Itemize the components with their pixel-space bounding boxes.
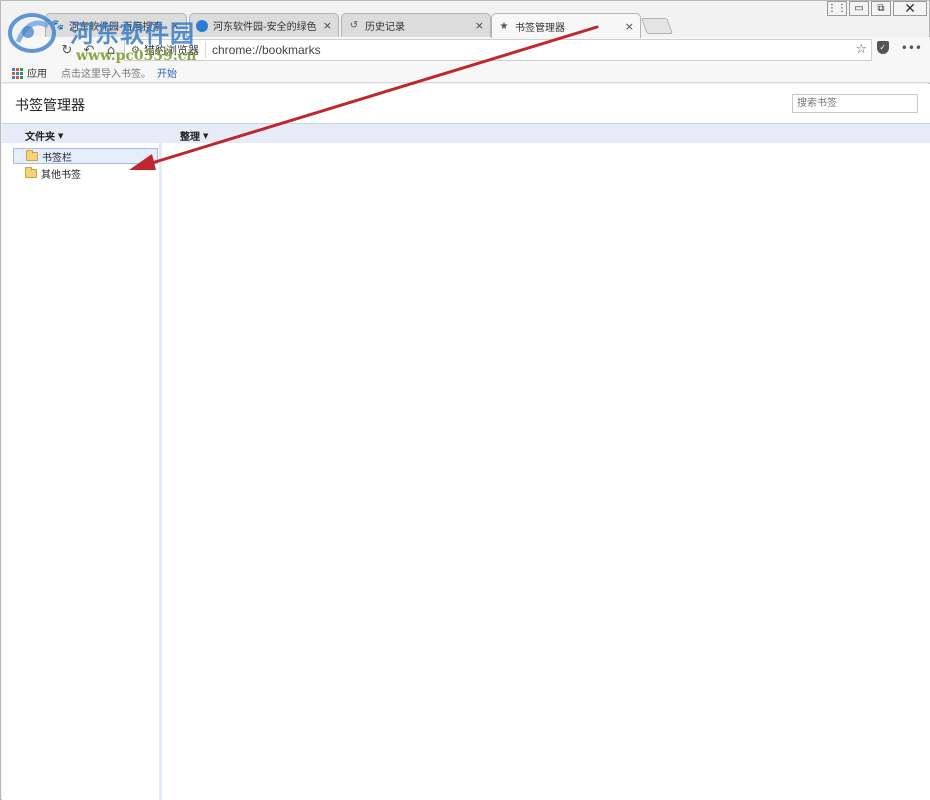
page-title: 书签管理器 <box>15 98 85 114</box>
reload-icon[interactable]: ↻ <box>58 41 76 59</box>
tab-history[interactable]: ↺ 历史记录 × <box>341 13 491 37</box>
tab-title: 历史记录 <box>365 22 405 33</box>
caret-down-icon: ▼ <box>203 131 209 140</box>
tab-close-icon[interactable]: × <box>171 19 180 32</box>
apps-icon[interactable] <box>12 67 23 79</box>
bookmark-list-pane[interactable] <box>165 143 930 800</box>
import-hint: 点击这里导入书签。 <box>61 69 151 80</box>
folder-label: 书签栏 <box>42 152 72 164</box>
folder-label: 其他书签 <box>41 169 81 181</box>
history-icon: ↺ <box>349 20 359 31</box>
tab-bookmarks-manager[interactable]: ★ 书签管理器 × <box>491 13 641 38</box>
star-icon: ★ <box>499 20 509 32</box>
engine-badge-label: 猎豹浏览器 <box>143 44 199 57</box>
folder-tree: 书签栏 其他书签 <box>2 143 162 800</box>
folder-bookmarks-bar[interactable]: 书签栏 <box>13 148 158 164</box>
search-bookmarks-input[interactable] <box>792 94 918 113</box>
tab-hedong-site[interactable]: 河东软件园-安全的绿色 × <box>189 13 339 37</box>
column-header-bar: 文件夹 ▼ 整理 ▼ <box>2 123 930 143</box>
globe-icon <box>196 19 208 32</box>
tab-close-icon[interactable]: × <box>475 19 484 32</box>
organize-menu-button[interactable]: 整理 ▼ <box>180 128 209 144</box>
tab-title: 书签管理器 <box>515 22 565 34</box>
browser-window: ⋮⋮ ▭ ⧉ ✕ 🐾 河东软件园-百度搜索 × 河东软件园-安全的绿色 × ↺ … <box>0 0 930 800</box>
apps-link[interactable]: 应用 <box>27 65 47 80</box>
address-bar[interactable]: ⚙ 猎豹浏览器 chrome://bookmarks ☆ <box>124 39 872 61</box>
tab-title: 河东软件园-百度搜索 <box>69 22 163 33</box>
tab-title: 河东软件园-安全的绿色 <box>213 22 317 33</box>
bookmarks-bar: 应用 点击这里导入书签。 开始 <box>2 63 930 83</box>
browser-engine-badge[interactable]: ⚙ 猎豹浏览器 <box>125 42 206 58</box>
shield-icon[interactable]: ✓ <box>876 41 889 54</box>
menu-icon[interactable]: ••• <box>901 41 922 55</box>
new-tab-button[interactable] <box>641 18 673 34</box>
url-text[interactable]: chrome://bookmarks <box>212 43 321 57</box>
tab-strip: 🐾 河东软件园-百度搜索 × 河东软件园-安全的绿色 × ↺ 历史记录 × ★ … <box>1 11 929 38</box>
bookmark-manager-page: 书签管理器 文件夹 ▼ 整理 ▼ 书签栏 其他书签 <box>2 84 930 800</box>
folders-menu-label: 文件夹 <box>25 132 55 143</box>
tab-close-icon[interactable]: × <box>625 20 634 33</box>
toolbar-right: ✓ ••• <box>876 41 922 55</box>
folder-icon <box>25 166 37 178</box>
organize-menu-label: 整理 <box>180 132 200 143</box>
bookmark-star-icon[interactable]: ☆ <box>855 42 867 57</box>
page-header: 书签管理器 <box>2 84 930 123</box>
home-icon[interactable]: ⌂ <box>102 41 120 59</box>
folders-menu-button[interactable]: 文件夹 ▼ <box>25 128 64 144</box>
tab-baidu-search[interactable]: 🐾 河东软件园-百度搜索 × <box>45 13 187 37</box>
tab-close-icon[interactable]: × <box>323 19 332 32</box>
folder-icon <box>26 149 38 161</box>
paw-icon: 🐾 <box>51 20 65 31</box>
caret-down-icon: ▼ <box>58 131 64 140</box>
folder-other-bookmarks[interactable]: 其他书签 <box>13 165 158 181</box>
navigation-toolbar: ↻ ↶ ⌂ ⚙ 猎豹浏览器 chrome://bookmarks ☆ ✓ ••• <box>2 37 930 63</box>
import-start-link[interactable]: 开始 <box>157 65 177 80</box>
undo-close-tab-icon[interactable]: ↶ <box>80 41 98 59</box>
gear-icon: ⚙ <box>131 44 140 56</box>
